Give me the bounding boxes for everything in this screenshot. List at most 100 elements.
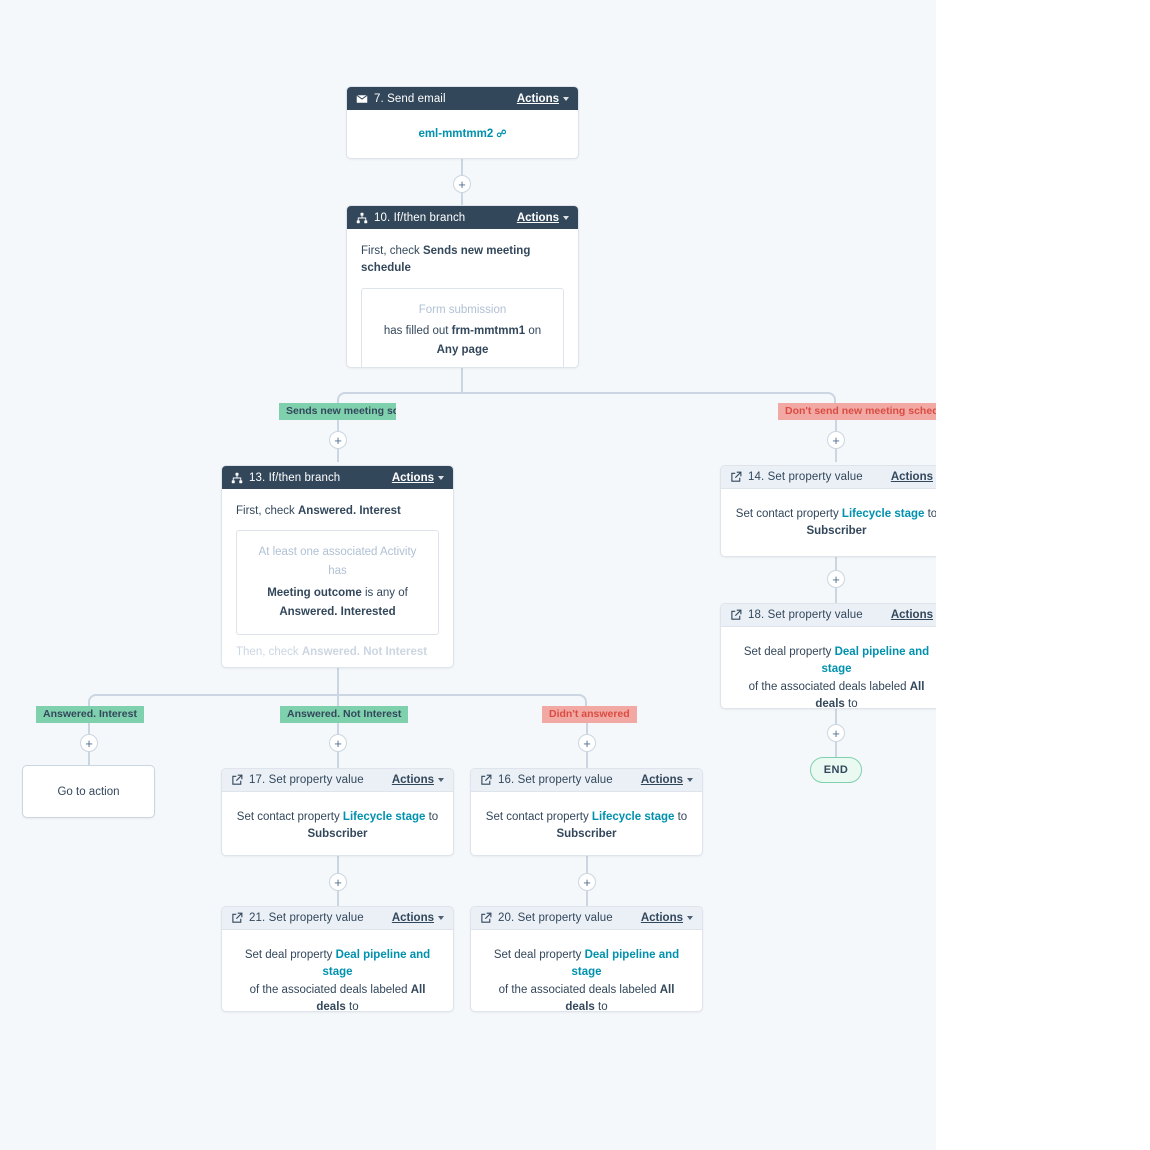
add-step-button-didnt-answered[interactable]: +	[578, 734, 596, 752]
see-more-label: See more	[319, 667, 371, 668]
node-13-first-check: First, check Answered. Interest	[236, 505, 401, 517]
canvas-right-gutter	[936, 0, 1150, 1150]
node-13-criteria: At least one associated Activity has Mee…	[236, 530, 439, 636]
workflow-canvas[interactable]: + 7. Send email Actions eml-mmtmm2 ☍ 10.…	[0, 0, 936, 1150]
chevron-down-icon	[438, 778, 444, 782]
edit-square-icon	[480, 774, 492, 786]
property-link[interactable]: Deal pipeline and stage	[821, 646, 929, 675]
property-link[interactable]: Deal pipeline and stage	[322, 949, 430, 978]
chevron-down-icon	[563, 215, 569, 220]
actions-label: Actions	[391, 471, 434, 484]
chevron-down-icon	[438, 916, 444, 920]
email-asset-link[interactable]: eml-mmtmm2 ☍	[418, 128, 506, 140]
node-13-check-name: Answered. Interest	[297, 505, 401, 517]
property-link[interactable]: Lifecycle stage	[842, 508, 924, 520]
actions-label: Actions	[640, 774, 683, 786]
node-17-title: 17. Set property value	[249, 774, 364, 786]
actions-label: Actions	[516, 92, 559, 105]
node-10-first-check: First, check Sends new meeting schedule	[361, 245, 531, 275]
actions-label: Actions	[516, 211, 559, 224]
add-step-button-after-7[interactable]: +	[453, 175, 471, 193]
end-label: END	[823, 764, 849, 776]
node-10-actions-menu[interactable]: Actions	[517, 212, 569, 224]
edit-square-icon	[730, 609, 742, 621]
actions-label: Actions	[391, 774, 434, 786]
add-step-button-left-branch[interactable]: +	[329, 431, 347, 449]
node-13-then-check: Then, check Answered. Not Interest	[236, 646, 428, 659]
node-send-email-7[interactable]: 7. Send email Actions eml-mmtmm2 ☍	[346, 86, 579, 159]
node-17-body: Set contact property Lifecycle stage to …	[236, 811, 439, 841]
node-16-title: 16. Set property value	[498, 774, 613, 786]
property-value: Subscriber	[806, 525, 867, 538]
node-10-body: First, check Sends new meeting schedule …	[347, 229, 578, 367]
node-18-title: 18. Set property value	[748, 609, 863, 621]
add-step-button-right-branch[interactable]: +	[827, 431, 845, 449]
node-13-title: 13. If/then branch	[249, 471, 341, 484]
node-set-property-17[interactable]: 17. Set property value Actions Set conta…	[221, 768, 454, 856]
node-set-property-16[interactable]: 16. Set property value Actions Set conta…	[470, 768, 703, 856]
node-21-actions-menu[interactable]: Actions	[392, 912, 444, 924]
edit-square-icon	[231, 912, 243, 924]
node-21-title: 21. Set property value	[249, 912, 364, 924]
node-14-body: Set contact property Lifecycle stage to …	[735, 508, 936, 538]
branch-icon	[356, 212, 368, 224]
actions-label: Actions	[391, 912, 434, 924]
edit-square-icon	[730, 471, 742, 483]
property-link[interactable]: Deal pipeline and stage	[571, 949, 679, 978]
node-13-body: First, check Answered. Interest At least…	[222, 489, 453, 668]
node-13-header: 13. If/then branch Actions	[222, 466, 453, 489]
chevron-down-icon	[687, 916, 693, 920]
node-13-criteria-header: At least one associated Activity has	[258, 546, 417, 578]
add-step-button-after-16[interactable]: +	[578, 873, 596, 891]
add-step-button-after-18[interactable]: +	[827, 724, 845, 742]
node-go-to-action[interactable]: Go to action	[22, 765, 155, 818]
chevron-down-icon	[687, 778, 693, 782]
add-step-button-after-14[interactable]: +	[827, 570, 845, 588]
envelope-icon	[356, 93, 368, 105]
node-10-title: 10. If/then branch	[374, 211, 466, 224]
node-set-property-14[interactable]: 14. Set property value Actions Set conta…	[720, 465, 936, 557]
actions-label: Actions	[890, 609, 933, 621]
actions-label: Actions	[640, 912, 683, 924]
branch-label-didnt-answered[interactable]: Didn't answered	[542, 706, 637, 723]
branch-label-answered-not-interest[interactable]: Answered. Not Interest	[280, 706, 409, 723]
node-10-criteria-header: Form submission	[418, 303, 507, 316]
branch-label-sends-new-meeting[interactable]: Sends new meeting schedule	[279, 403, 396, 420]
node-set-property-18[interactable]: 18. Set property value Actions Set deal …	[720, 603, 936, 709]
node-16-body: Set contact property Lifecycle stage to …	[485, 811, 688, 841]
edit-square-icon	[480, 912, 492, 924]
node-7-actions-menu[interactable]: Actions	[517, 93, 569, 105]
node-18-body: Set deal property Deal pipeline and stag…	[743, 646, 930, 709]
property-link[interactable]: Lifecycle stage	[343, 811, 425, 823]
node-7-header: 7. Send email Actions	[347, 87, 578, 110]
plus-glyph: +	[458, 176, 466, 192]
node-17-actions-menu[interactable]: Actions	[392, 774, 444, 786]
branch-icon	[231, 472, 243, 484]
node-ifthen-branch-13[interactable]: 13. If/then branch Actions First, check …	[221, 465, 454, 668]
node-set-property-20[interactable]: 20. Set property value Actions Set deal …	[470, 906, 703, 1012]
property-link[interactable]: Lifecycle stage	[592, 811, 674, 823]
node-14-title: 14. Set property value	[748, 471, 863, 483]
node-ifthen-branch-10[interactable]: 10. If/then branch Actions First, check …	[346, 205, 579, 368]
node-20-actions-menu[interactable]: Actions	[641, 912, 693, 924]
actions-label: Actions	[890, 471, 933, 483]
branch-label-answered-interest[interactable]: Answered. Interest	[36, 706, 144, 723]
add-step-button-after-17[interactable]: +	[329, 873, 347, 891]
node-18-header: 18. Set property value Actions	[721, 604, 936, 627]
node-20-title: 20. Set property value	[498, 912, 613, 924]
node-16-actions-menu[interactable]: Actions	[641, 774, 693, 786]
node-14-actions-menu[interactable]: Actions	[891, 471, 936, 483]
property-value: Subscriber	[556, 828, 617, 841]
add-step-button-answered-not-interest[interactable]: +	[329, 734, 347, 752]
add-step-button-answered-interest[interactable]: +	[80, 734, 98, 752]
connector-13-stem	[337, 668, 339, 696]
node-21-header: 21. Set property value Actions	[222, 907, 453, 930]
node-17-header: 17. Set property value Actions	[222, 769, 453, 792]
edit-square-icon	[231, 774, 243, 786]
branch-label-dont-send-new-meeting[interactable]: Don't send new meeting schedule	[778, 403, 936, 420]
see-more-button[interactable]: See more	[236, 667, 439, 668]
node-10-criteria: Form submission has filled out frm-mmtmm…	[361, 287, 564, 367]
node-13-actions-menu[interactable]: Actions	[392, 472, 444, 484]
node-18-actions-menu[interactable]: Actions	[891, 609, 936, 621]
node-set-property-21[interactable]: 21. Set property value Actions Set deal …	[221, 906, 454, 1012]
